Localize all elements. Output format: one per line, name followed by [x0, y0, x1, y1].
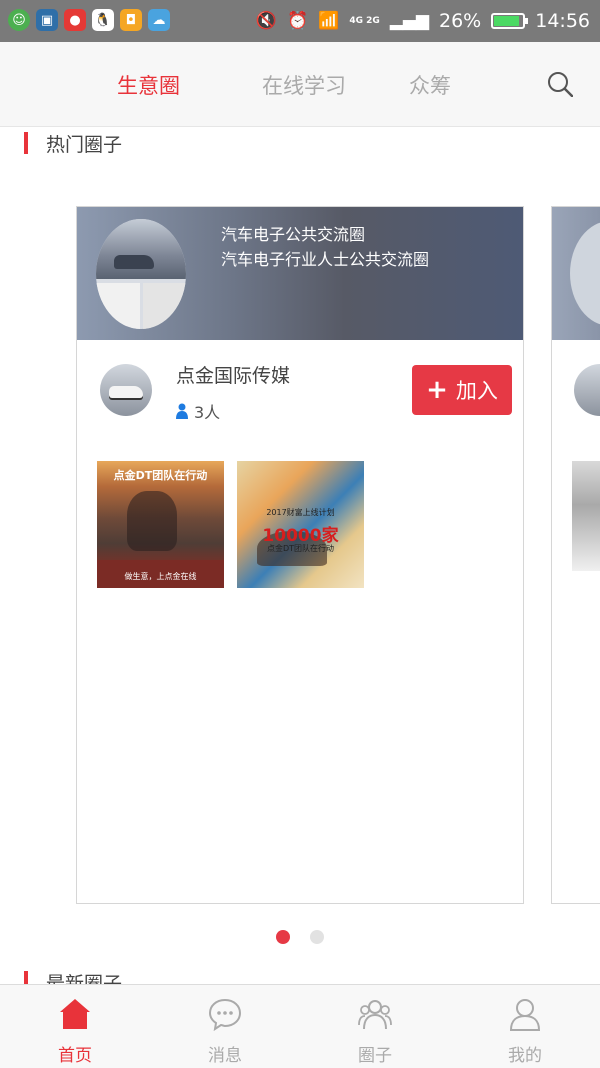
top-tab-bar: 生意圈 在线学习 众筹 — [0, 42, 600, 127]
tab-business-circle[interactable]: 生意圈 — [117, 70, 180, 100]
alarm-icon: ⏰ — [286, 11, 309, 31]
post-thumbnail-1[interactable]: 点金DT团队在行动 做生意，上点金在线 — [97, 461, 224, 588]
join-button[interactable]: + 加入 — [412, 365, 512, 415]
nav-label: 首页 — [58, 1046, 92, 1066]
nav-circles[interactable]: 圈子 — [300, 985, 450, 1068]
pager-dot-active[interactable] — [276, 930, 290, 944]
tab-online-learning[interactable]: 在线学习 — [262, 70, 346, 100]
red-app-icon: ● — [64, 9, 86, 31]
clock: 14:56 — [535, 10, 590, 32]
section-accent-bar — [24, 132, 28, 154]
circle-name: 汽车电子公共交流圈 — [221, 225, 366, 244]
owner-avatar — [100, 364, 152, 416]
chat-icon — [208, 998, 242, 1031]
nav-home[interactable]: 首页 — [0, 985, 150, 1068]
person-icon — [176, 403, 188, 419]
battery-icon — [491, 13, 529, 29]
next-circle-card[interactable] — [551, 206, 600, 904]
system-icons: 🔇 ⏰ 📶 4G 2G ▂▄▆ 26% 14:56 — [256, 0, 590, 42]
thumb-caption: 点金DT团队在行动 — [266, 544, 335, 553]
cell-signal-icon: ▂▄▆ — [389, 11, 429, 31]
owner-name: 点金国际传媒 — [176, 365, 291, 387]
circle-description: 汽车电子行业人士公共交流圈 — [221, 250, 430, 269]
pager-dot[interactable] — [310, 930, 324, 944]
circle-card[interactable]: 汽车电子公共交流圈 汽车电子行业人士公共交流圈 点金国际传媒 3人 + 加入 点… — [76, 206, 524, 904]
screenshot-app-icon: ▣ — [36, 9, 58, 31]
member-count-text: 3人 — [194, 403, 221, 422]
circle-cover-image — [96, 219, 186, 329]
battery-percent: 26% — [439, 10, 482, 32]
orange-app-icon: ◘ — [120, 9, 142, 31]
search-icon[interactable] — [547, 71, 573, 97]
tab-crowdfunding[interactable]: 众筹 — [409, 70, 451, 100]
status-bar: ☺ ▣ ● 🐧 ◘ ☁ 🔇 ⏰ 📶 4G 2G ▂▄▆ 26% 14:56 — [0, 0, 600, 42]
thumb-caption: 做生意，上点金在线 — [124, 572, 197, 581]
message-app-icon: ☺ — [8, 9, 30, 31]
mute-icon: 🔇 — [255, 11, 277, 31]
thumb-caption: 2017财富上线计划 — [266, 508, 335, 517]
circle-banner: 汽车电子公共交流圈 汽车电子行业人士公共交流圈 — [77, 207, 523, 340]
hot-circles-header: 热门圈子 — [24, 131, 123, 156]
post-thumbnail-2[interactable]: 2017财富上线计划 10000家 点金DT团队在行动 — [237, 461, 364, 588]
nav-label: 圈子 — [358, 1046, 392, 1066]
nav-label: 我的 — [508, 1046, 542, 1066]
network-type: 4G 2G — [349, 16, 380, 26]
nav-label: 消息 — [208, 1046, 242, 1066]
nav-messages[interactable]: 消息 — [150, 985, 300, 1068]
member-count: 3人 — [176, 399, 220, 423]
join-label: 加入 — [455, 379, 498, 403]
qq-icon: 🐧 — [92, 9, 114, 31]
nav-profile[interactable]: 我的 — [450, 985, 600, 1068]
weather-app-icon: ☁ — [148, 9, 170, 31]
group-icon — [358, 1000, 392, 1030]
profile-icon — [509, 999, 541, 1031]
wifi-icon: 📶 — [318, 11, 340, 31]
thumb-caption: 点金DT团队在行动 — [113, 469, 208, 482]
hot-circles-title: 热门圈子 — [46, 133, 123, 156]
plus-icon: + — [426, 375, 448, 405]
bottom-nav: 首页 消息 圈子 我的 — [0, 984, 600, 1068]
home-icon — [60, 999, 90, 1029]
notification-icons: ☺ ▣ ● 🐧 ◘ ☁ — [8, 9, 170, 31]
